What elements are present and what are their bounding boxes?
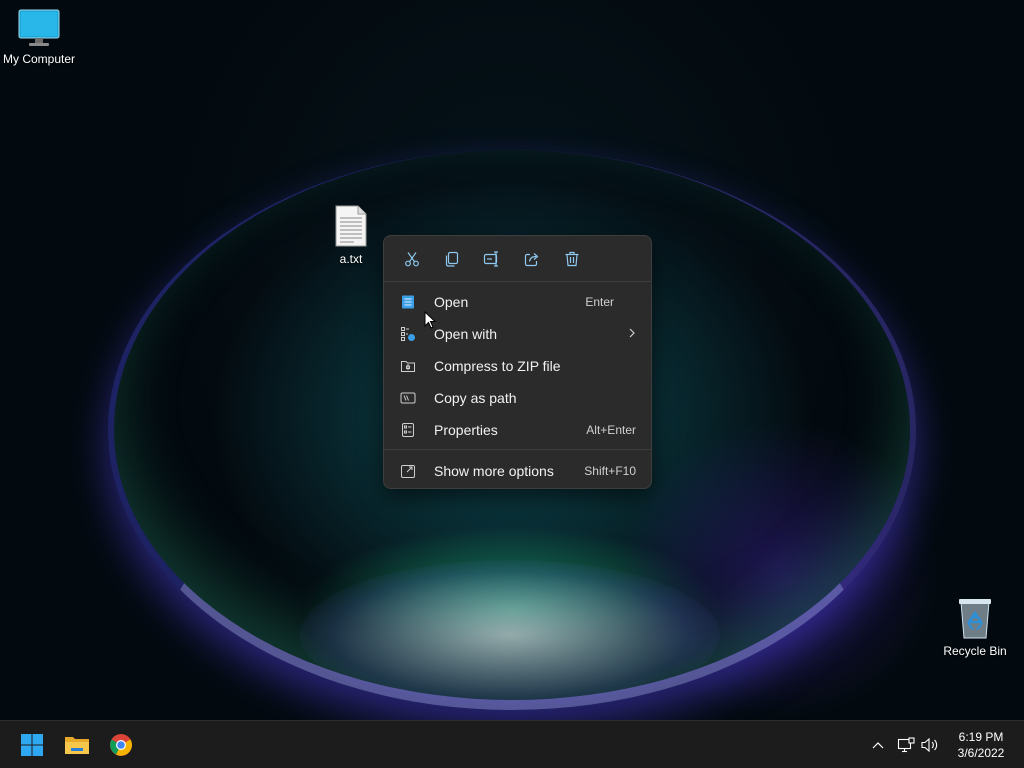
menu-item-label: Compress to ZIP file bbox=[434, 358, 561, 374]
menu-item-label: Properties bbox=[434, 422, 498, 438]
desktop-icon-label: Recycle Bin bbox=[943, 644, 1007, 658]
show-hidden-icons-button[interactable] bbox=[868, 735, 888, 755]
clock-time: 6:19 PM bbox=[958, 730, 1004, 744]
chrome-icon bbox=[110, 734, 132, 756]
zip-icon bbox=[400, 358, 416, 374]
monitor-icon bbox=[18, 9, 60, 46]
desktop-icon-label: My Computer bbox=[2, 52, 76, 66]
scissors-icon bbox=[405, 251, 419, 266]
properties-icon bbox=[400, 422, 416, 438]
cut-button[interactable] bbox=[392, 241, 432, 277]
text-file-icon bbox=[335, 205, 367, 247]
desktop-icon-recycle-bin[interactable]: Recycle Bin bbox=[940, 596, 1010, 658]
menu-item-shortcut: Enter bbox=[585, 295, 614, 309]
file-explorer-button[interactable] bbox=[61, 729, 93, 761]
wallpaper-bloom-core bbox=[300, 560, 720, 710]
menu-separator bbox=[384, 449, 651, 450]
start-button[interactable] bbox=[16, 729, 48, 761]
share-icon bbox=[524, 252, 539, 266]
mouse-cursor-icon bbox=[424, 311, 436, 329]
open-with-icon bbox=[400, 326, 416, 342]
menu-item-label: Open bbox=[434, 294, 469, 310]
taskbar-clock[interactable]: 6:19 PM 3/6/2022 bbox=[946, 729, 1016, 761]
menu-item-copy-as-path[interactable]: Copy as path bbox=[392, 383, 644, 413]
menu-item-label: Open with bbox=[434, 326, 498, 342]
menu-item-label: Copy as path bbox=[434, 390, 517, 406]
volume-icon bbox=[921, 737, 938, 753]
rename-icon bbox=[483, 250, 498, 267]
menu-item-compress-zip[interactable]: Compress to ZIP file bbox=[392, 351, 644, 381]
menu-item-show-more-options[interactable]: Show more options Shift+F10 bbox=[392, 456, 644, 486]
trash-icon bbox=[565, 251, 579, 266]
notepad-icon bbox=[400, 294, 416, 310]
volume-button[interactable] bbox=[920, 735, 940, 755]
chevron-right-icon bbox=[628, 327, 636, 342]
recycle-bin-icon bbox=[959, 599, 991, 639]
desktop-icon-label: a.txt bbox=[339, 252, 363, 266]
context-menu: Open Enter Open with Compress to ZIP fil… bbox=[383, 235, 652, 489]
copy-path-icon bbox=[400, 390, 416, 406]
delete-button[interactable] bbox=[552, 241, 592, 277]
desktop-icon-my-computer[interactable]: My Computer bbox=[0, 8, 78, 66]
chevron-up-icon bbox=[872, 742, 884, 749]
clock-date: 3/6/2022 bbox=[957, 746, 1005, 760]
copy-icon bbox=[445, 251, 459, 267]
taskbar: 6:19 PM 3/6/2022 bbox=[0, 720, 1024, 768]
menu-item-shortcut: Alt+Enter bbox=[586, 423, 636, 437]
wallpaper-glow bbox=[620, 420, 940, 720]
network-button[interactable] bbox=[896, 735, 916, 755]
windows-start-icon bbox=[21, 734, 43, 756]
menu-item-shortcut: Shift+F10 bbox=[584, 464, 636, 478]
rename-button[interactable] bbox=[472, 241, 512, 277]
chrome-button[interactable] bbox=[105, 729, 137, 761]
share-button[interactable] bbox=[512, 241, 552, 277]
desktop-icon-a-txt[interactable]: a.txt bbox=[324, 204, 378, 266]
copy-button[interactable] bbox=[432, 241, 472, 277]
context-menu-toolbar bbox=[384, 236, 651, 282]
network-icon bbox=[897, 737, 915, 753]
menu-item-label: Show more options bbox=[434, 463, 554, 479]
folder-icon bbox=[65, 737, 89, 754]
menu-item-properties[interactable]: Properties Alt+Enter bbox=[392, 415, 644, 445]
more-options-icon bbox=[400, 463, 416, 479]
